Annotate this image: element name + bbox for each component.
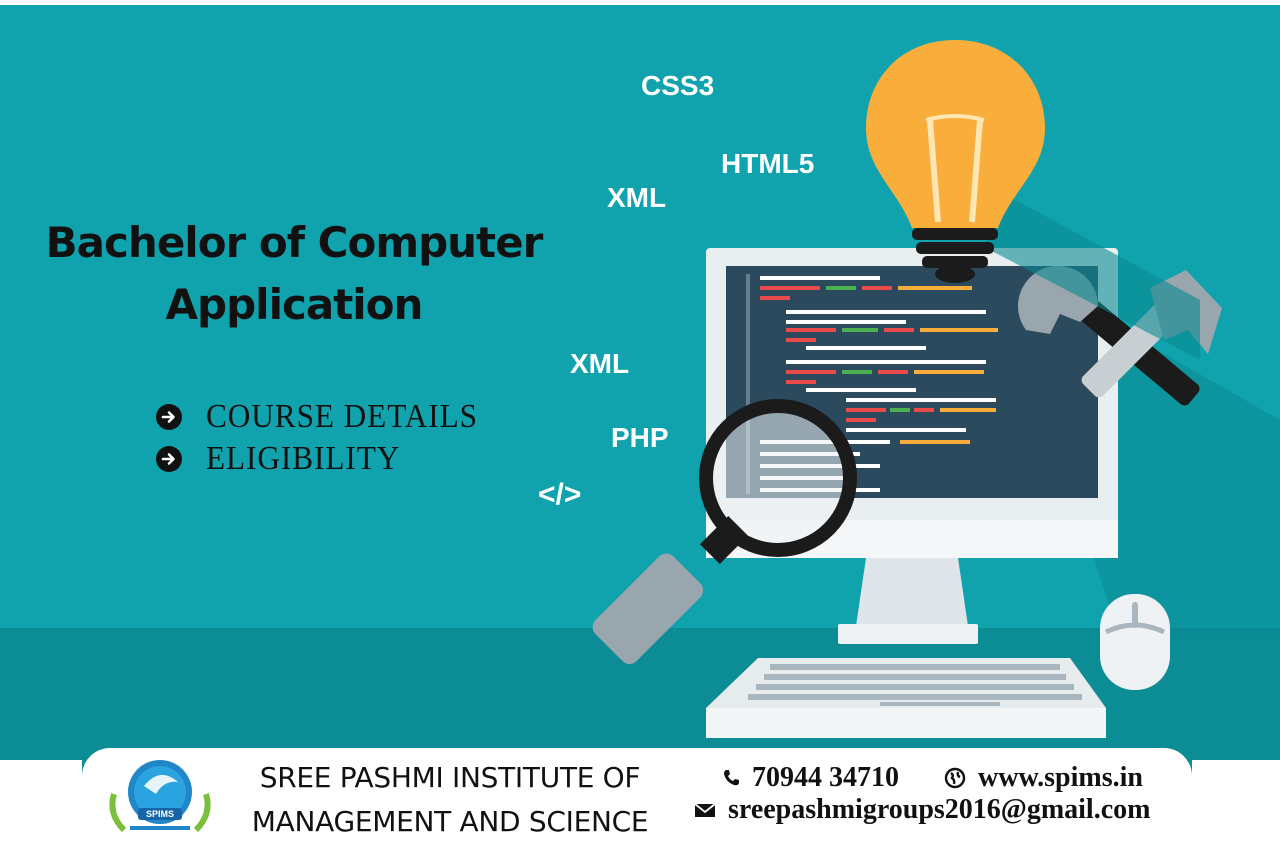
monitor-stand bbox=[856, 558, 968, 626]
title-line-1: Bachelor of Computer bbox=[45, 218, 544, 267]
menu-item-eligibility[interactable]: ELIGIBILITY bbox=[156, 438, 502, 480]
envelope-icon bbox=[694, 802, 716, 818]
globe-icon bbox=[944, 767, 966, 789]
website-link: www.spims.in bbox=[978, 762, 1143, 793]
arrow-circle-right-icon bbox=[156, 404, 182, 430]
spims-logo: SPIMS bbox=[109, 760, 211, 833]
title-line-2: Application bbox=[165, 280, 424, 329]
logo-text: SPIMS bbox=[146, 809, 174, 819]
email-contact[interactable]: sreepashmigroups2016@gmail.com bbox=[694, 794, 1150, 826]
institute-name-line-2: MANAGEMENT AND SCIENCE bbox=[251, 805, 649, 838]
banner: Bachelor of Computer Application COURSE … bbox=[0, 0, 1280, 853]
menu-item-label: COURSE DETAILS bbox=[206, 398, 478, 435]
magnifier-icon bbox=[592, 399, 857, 664]
email-address: sreepashmigroups2016@gmail.com bbox=[728, 794, 1151, 825]
website-contact[interactable]: www.spims.in bbox=[944, 762, 1143, 794]
arrow-circle-right-icon bbox=[156, 446, 182, 472]
menu-item-label: ELIGIBILITY bbox=[206, 440, 401, 477]
page-title: Bachelor of Computer Application bbox=[40, 212, 548, 336]
menu-item-course-details[interactable]: COURSE DETAILS bbox=[156, 396, 502, 438]
institute-name-line-1: SREE PASHMI INSTITUTE OF bbox=[259, 761, 641, 794]
computer-illustration bbox=[592, 40, 1280, 738]
institute-name: SREE PASHMI INSTITUTE OF MANAGEMENT AND … bbox=[228, 756, 672, 844]
phone-number: 70944 34710 bbox=[752, 762, 899, 793]
phone-icon bbox=[722, 769, 740, 787]
course-menu: COURSE DETAILS ELIGIBILITY bbox=[156, 396, 502, 480]
phone-contact[interactable]: 70944 34710 bbox=[722, 762, 899, 794]
